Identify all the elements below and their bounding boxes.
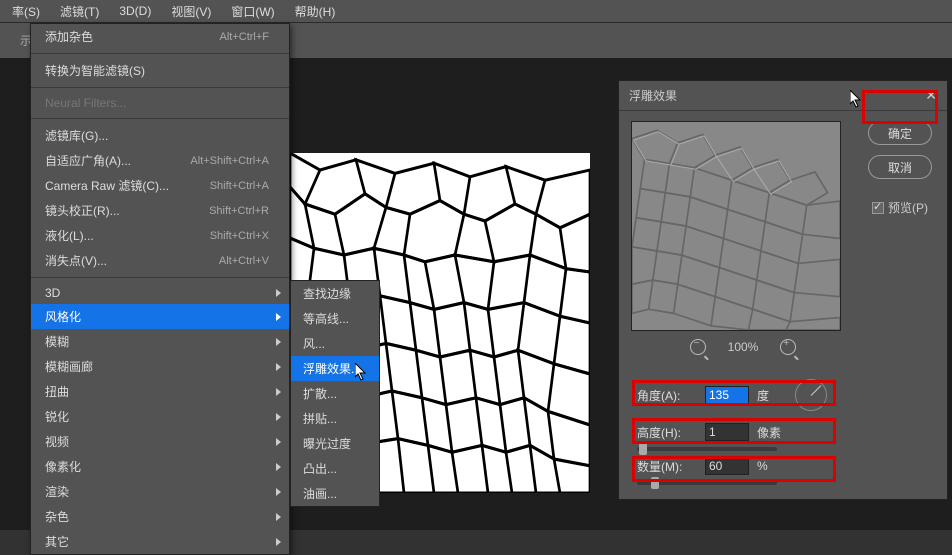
chevron-right-icon (276, 363, 281, 371)
menubar: 率(S) 滤镜(T) 3D(D) 视图(V) 窗口(W) 帮助(H) (0, 0, 952, 22)
submenu-contours[interactable]: 等高线... (291, 306, 379, 331)
emboss-dialog: 浮雕效果 ✕ (618, 80, 948, 500)
height-row: 高度(H): 像素 (631, 417, 935, 447)
menu-neural-filters[interactable]: Neural Filters... (31, 92, 289, 114)
angle-input[interactable] (705, 386, 749, 404)
menu-lens-correction[interactable]: 镜头校正(R)...Shift+Ctrl+R (31, 198, 289, 223)
menu-other-sub[interactable]: 其它 (31, 529, 289, 554)
menu-filter[interactable]: 滤镜(T) (50, 0, 109, 23)
cancel-button[interactable]: 取消 (868, 155, 932, 179)
menu-stylize-sub[interactable]: 风格化 (31, 304, 289, 329)
menu-adaptive-wide[interactable]: 自适应广角(A)...Alt+Shift+Ctrl+A (31, 148, 289, 173)
cursor-icon (850, 90, 864, 108)
chevron-right-icon (276, 388, 281, 396)
menu-video-sub[interactable]: 视频 (31, 429, 289, 454)
menu-liquify[interactable]: 液化(L)...Shift+Ctrl+X (31, 223, 289, 248)
dialog-titlebar[interactable]: 浮雕效果 ✕ (619, 81, 947, 111)
submenu-find-edges[interactable]: 查找边缘 (291, 281, 379, 306)
angle-unit: 度 (757, 387, 769, 404)
menu-3d-sub[interactable]: 3D (31, 282, 289, 304)
separator (31, 87, 289, 88)
dialog-preview[interactable] (631, 121, 841, 331)
ok-button[interactable]: 确定 (868, 121, 932, 145)
preview-checkbox-label: 预览(P) (888, 199, 928, 216)
menu-help[interactable]: 帮助(H) (285, 0, 346, 23)
chevron-right-icon (276, 438, 281, 446)
height-unit: 像素 (757, 424, 781, 441)
chevron-right-icon (276, 289, 281, 297)
zoom-level: 100% (728, 340, 759, 354)
angle-dial[interactable] (795, 379, 827, 411)
preview-checkbox[interactable]: 预览(P) (872, 199, 928, 216)
menu-distort-sub[interactable]: 扭曲 (31, 379, 289, 404)
chevron-right-icon (276, 463, 281, 471)
menu-view[interactable]: 视图(V) (161, 0, 221, 23)
zoom-out-icon[interactable] (690, 339, 706, 355)
chevron-right-icon (276, 513, 281, 521)
angle-row: 角度(A): 度 (631, 373, 935, 417)
separator (31, 277, 289, 278)
menu-filter-gallery[interactable]: 滤镜库(G)... (31, 123, 289, 148)
chevron-right-icon (276, 338, 281, 346)
amount-input[interactable] (705, 457, 749, 475)
cursor-icon (355, 363, 369, 381)
amount-slider[interactable] (637, 481, 777, 485)
stylize-submenu: 查找边缘 等高线... 风... 浮雕效果... 扩散... 拼贴... 曝光过… (290, 280, 380, 507)
close-icon[interactable]: ✕ (925, 87, 937, 104)
menu-pixelate-sub[interactable]: 像素化 (31, 454, 289, 479)
menu-camera-raw[interactable]: Camera Raw 滤镜(C)...Shift+Ctrl+A (31, 173, 289, 198)
amount-row: 数量(M): % (631, 451, 935, 481)
angle-label: 角度(A): (637, 387, 697, 404)
height-input[interactable] (705, 423, 749, 441)
amount-unit: % (757, 459, 768, 473)
menu-3d[interactable]: 3D(D) (109, 1, 161, 21)
submenu-wind[interactable]: 风... (291, 331, 379, 356)
menu-vanishing-point[interactable]: 消失点(V)...Alt+Ctrl+V (31, 248, 289, 273)
amount-label: 数量(M): (637, 458, 697, 475)
slider-thumb[interactable] (651, 477, 659, 489)
separator (31, 53, 289, 54)
menu-convert-smart[interactable]: 转换为智能滤镜(S) (31, 58, 289, 83)
submenu-oil-paint[interactable]: 油画... (291, 481, 379, 506)
filter-menu-dropdown: 添加杂色Alt+Ctrl+F 转换为智能滤镜(S) Neural Filters… (30, 23, 290, 555)
menu-blur-sub[interactable]: 模糊 (31, 329, 289, 354)
chevron-right-icon (276, 413, 281, 421)
menu-sharpen-sub[interactable]: 锐化 (31, 404, 289, 429)
menu-window[interactable]: 窗口(W) (221, 0, 284, 23)
submenu-tiles[interactable]: 拼贴... (291, 406, 379, 431)
separator (31, 118, 289, 119)
menu-add-noise[interactable]: 添加杂色Alt+Ctrl+F (31, 24, 289, 49)
menu-rate[interactable]: 率(S) (2, 0, 50, 23)
zoom-in-icon[interactable] (780, 339, 796, 355)
checkbox-icon (872, 202, 884, 214)
dialog-title-text: 浮雕效果 (629, 87, 677, 104)
menu-render-sub[interactable]: 渲染 (31, 479, 289, 504)
submenu-extrude[interactable]: 凸出... (291, 456, 379, 481)
chevron-right-icon (276, 538, 281, 546)
menu-noise-sub[interactable]: 杂色 (31, 504, 289, 529)
submenu-diffuse[interactable]: 扩散... (291, 381, 379, 406)
chevron-right-icon (276, 488, 281, 496)
submenu-solarize[interactable]: 曝光过度 (291, 431, 379, 456)
menu-blur-gallery-sub[interactable]: 模糊画廊 (31, 354, 289, 379)
chevron-right-icon (276, 313, 281, 321)
height-label: 高度(H): (637, 424, 697, 441)
